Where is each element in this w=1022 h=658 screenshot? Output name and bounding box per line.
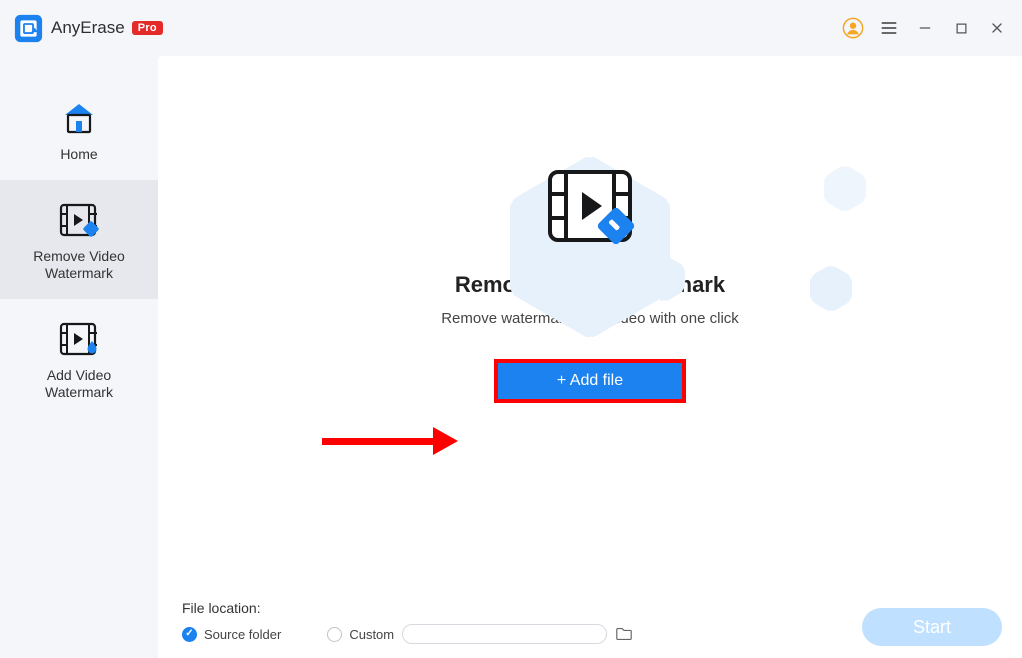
- sidebar-item-add-video-watermark[interactable]: Add Video Watermark: [0, 299, 158, 418]
- video-erase-large-icon: [544, 166, 636, 246]
- video-droplet-icon: [59, 319, 99, 359]
- sidebar-item-home[interactable]: Home: [0, 78, 158, 180]
- custom-folder-radio[interactable]: [327, 627, 342, 642]
- sidebar-item-label: Add Video Watermark: [45, 367, 113, 402]
- app-title: AnyErase: [51, 18, 125, 38]
- sidebar-item-label: Remove Video Watermark: [33, 248, 125, 283]
- browse-folder-icon[interactable]: [615, 626, 633, 642]
- add-file-button[interactable]: + Add file: [498, 363, 682, 399]
- decoration-hexagon: [810, 276, 852, 301]
- maximize-icon[interactable]: [950, 17, 972, 39]
- close-icon[interactable]: [986, 17, 1008, 39]
- custom-path-input[interactable]: [402, 624, 607, 644]
- sidebar: Home Remove Video Watermark: [0, 56, 158, 658]
- hero: Remove Video Watermark Remove watermark …: [158, 56, 1022, 592]
- decoration-hexagon: [824, 176, 866, 201]
- menu-icon[interactable]: [878, 17, 900, 39]
- custom-folder-label: Custom: [349, 627, 394, 642]
- video-erase-icon: [59, 200, 99, 240]
- pro-badge: Pro: [132, 21, 163, 35]
- source-folder-radio[interactable]: [182, 627, 197, 642]
- content-panel: Remove Video Watermark Remove watermark …: [158, 56, 1022, 658]
- start-button[interactable]: Start: [862, 608, 1002, 646]
- source-folder-label: Source folder: [204, 627, 281, 642]
- account-icon[interactable]: [842, 17, 864, 39]
- home-icon: [61, 98, 97, 138]
- app-logo-icon: [14, 14, 43, 43]
- sidebar-item-remove-video-watermark[interactable]: Remove Video Watermark: [0, 180, 158, 299]
- minimize-icon[interactable]: [914, 17, 936, 39]
- decoration-hexagon: [643, 266, 685, 291]
- sidebar-item-label: Home: [60, 146, 97, 164]
